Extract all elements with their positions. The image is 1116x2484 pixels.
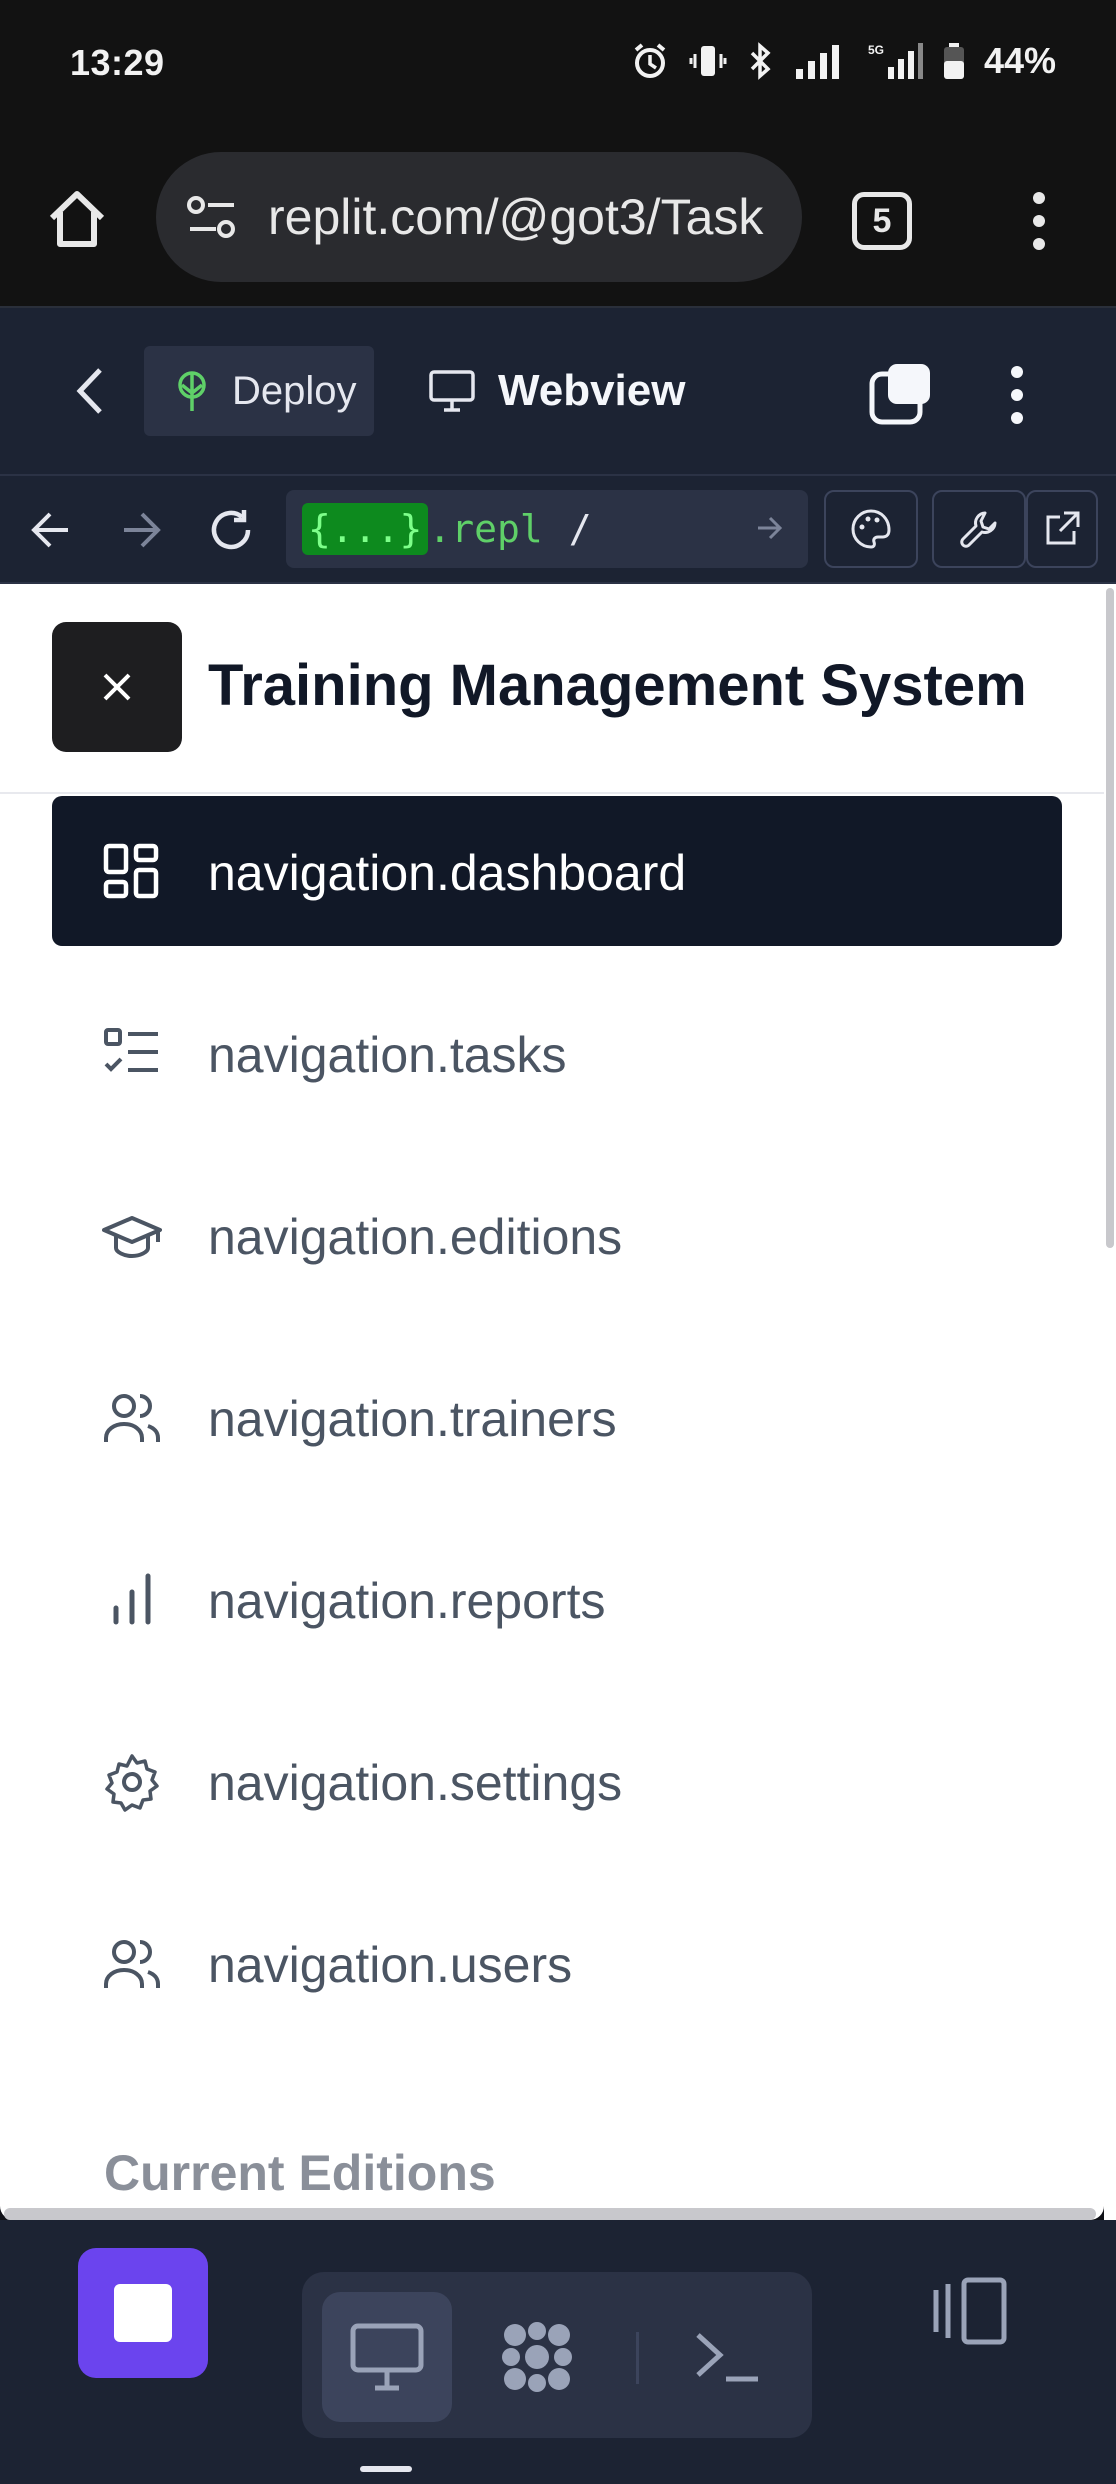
- nav-label: navigation.users: [208, 1937, 573, 1993]
- battery-percent: 44%: [983, 40, 1056, 81]
- nav-label: navigation.settings: [208, 1755, 623, 1811]
- monitor-icon: [349, 2322, 425, 2392]
- dock-divider: [636, 2332, 639, 2384]
- home-icon[interactable]: [44, 186, 110, 252]
- tasks-checklist-icon: [102, 1024, 162, 1084]
- nav-item-editions[interactable]: navigation.editions: [52, 1160, 1062, 1310]
- browser-toolbar: replit.com/@got3/Task 5: [0, 130, 1116, 308]
- close-sidebar-button[interactable]: [52, 622, 182, 752]
- stop-icon: [114, 2284, 172, 2342]
- go-arrow-icon[interactable]: [754, 512, 786, 544]
- tab-webview[interactable]: Webview: [428, 346, 685, 436]
- nav-label: navigation.dashboard: [208, 845, 687, 901]
- vertical-scrollbar[interactable]: [1104, 584, 1116, 2220]
- network-dock-button[interactable]: [472, 2292, 602, 2422]
- dashboard-icon: [102, 842, 162, 902]
- nav-label: navigation.editions: [208, 1209, 623, 1265]
- nav-item-dashboard[interactable]: navigation.dashboard: [52, 796, 1062, 946]
- status-time: 13:29: [70, 42, 165, 83]
- signal-5g-icon: 5G: [864, 41, 924, 81]
- nav-label: navigation.reports: [208, 1573, 606, 1629]
- terminal-icon: [692, 2327, 762, 2387]
- nav-item-tasks[interactable]: navigation.tasks: [52, 978, 1062, 1128]
- dock-tool-group: [302, 2272, 812, 2438]
- network-icon: [497, 2317, 577, 2397]
- webview-dock-button[interactable]: [322, 2292, 452, 2422]
- palette-icon: [849, 507, 893, 551]
- users-icon: [102, 1934, 162, 1994]
- nav-item-settings[interactable]: navigation.settings: [52, 1706, 1062, 1856]
- home-indicator[interactable]: [360, 2466, 412, 2472]
- svg-text:5G: 5G: [868, 43, 884, 57]
- open-external-button[interactable]: [1026, 490, 1098, 568]
- arrow-right-icon[interactable]: [118, 510, 164, 550]
- url-bar[interactable]: replit.com/@got3/Task: [156, 152, 802, 282]
- webview-label: Webview: [498, 366, 686, 415]
- replit-menu-icon[interactable]: [1002, 362, 1032, 428]
- battery-icon: [942, 41, 966, 81]
- graduation-cap-icon: [102, 1206, 162, 1266]
- gear-icon: [102, 1752, 162, 1812]
- webview-content: Training Management System navigation.da…: [0, 584, 1104, 2220]
- deploy-label: Deploy: [232, 368, 357, 413]
- address-path: /: [568, 507, 592, 551]
- arrow-left-icon[interactable]: [28, 510, 74, 550]
- site-settings-icon[interactable]: [184, 192, 240, 242]
- webview-address-input[interactable]: {...} .repl /: [286, 490, 808, 568]
- bluetooth-icon: [746, 41, 776, 81]
- status-bar: 13:29 5G 44%: [0, 0, 1116, 130]
- repl-domain: .repl: [428, 507, 543, 551]
- url-text[interactable]: replit.com/@got3/Task: [268, 188, 788, 246]
- reload-icon[interactable]: [206, 506, 256, 554]
- side-panel-icon[interactable]: [930, 2276, 1010, 2346]
- app-title: Training Management System: [208, 653, 1027, 718]
- bar-chart-icon: [102, 1570, 162, 1630]
- scrollbar-thumb[interactable]: [1106, 588, 1114, 1248]
- alarm-icon: [630, 41, 670, 81]
- users-icon: [102, 1388, 162, 1448]
- devtools-button[interactable]: [932, 490, 1026, 568]
- tab-switcher-button[interactable]: 5: [852, 192, 912, 250]
- terminal-dock-button[interactable]: [662, 2292, 792, 2422]
- app-header: Training Management System: [0, 584, 1104, 794]
- stop-button[interactable]: [78, 2248, 208, 2378]
- tab-deploy[interactable]: Deploy: [144, 346, 374, 436]
- bottom-dock: [0, 2220, 1116, 2484]
- nav-label: navigation.tasks: [208, 1027, 567, 1083]
- wrench-icon: [957, 507, 1001, 551]
- status-icons: 5G 44%: [630, 40, 1056, 82]
- replit-toolbar: Deploy Webview: [0, 308, 1116, 476]
- webview-nav-bar: {...} .repl /: [0, 476, 1116, 584]
- section-title-current-editions: Current Editions: [104, 2145, 496, 2201]
- repl-badge: {...}: [302, 503, 429, 555]
- signal-icon: [794, 41, 846, 81]
- deploy-icon: [174, 369, 210, 413]
- close-icon: [97, 667, 137, 707]
- external-link-icon: [1042, 509, 1082, 549]
- panes-icon[interactable]: [868, 360, 934, 426]
- nav-item-users[interactable]: navigation.users: [52, 1888, 1062, 2038]
- browser-menu-icon[interactable]: [1024, 188, 1054, 254]
- nav-item-trainers[interactable]: navigation.trainers: [52, 1342, 1062, 1492]
- chevron-left-icon[interactable]: [70, 358, 110, 424]
- palette-button[interactable]: [824, 490, 918, 568]
- horizontal-scrollbar[interactable]: [4, 2208, 1096, 2220]
- nav-item-reports[interactable]: navigation.reports: [52, 1524, 1062, 1674]
- monitor-icon: [428, 369, 476, 413]
- vibrate-icon: [688, 41, 728, 81]
- nav-label: navigation.trainers: [208, 1391, 617, 1447]
